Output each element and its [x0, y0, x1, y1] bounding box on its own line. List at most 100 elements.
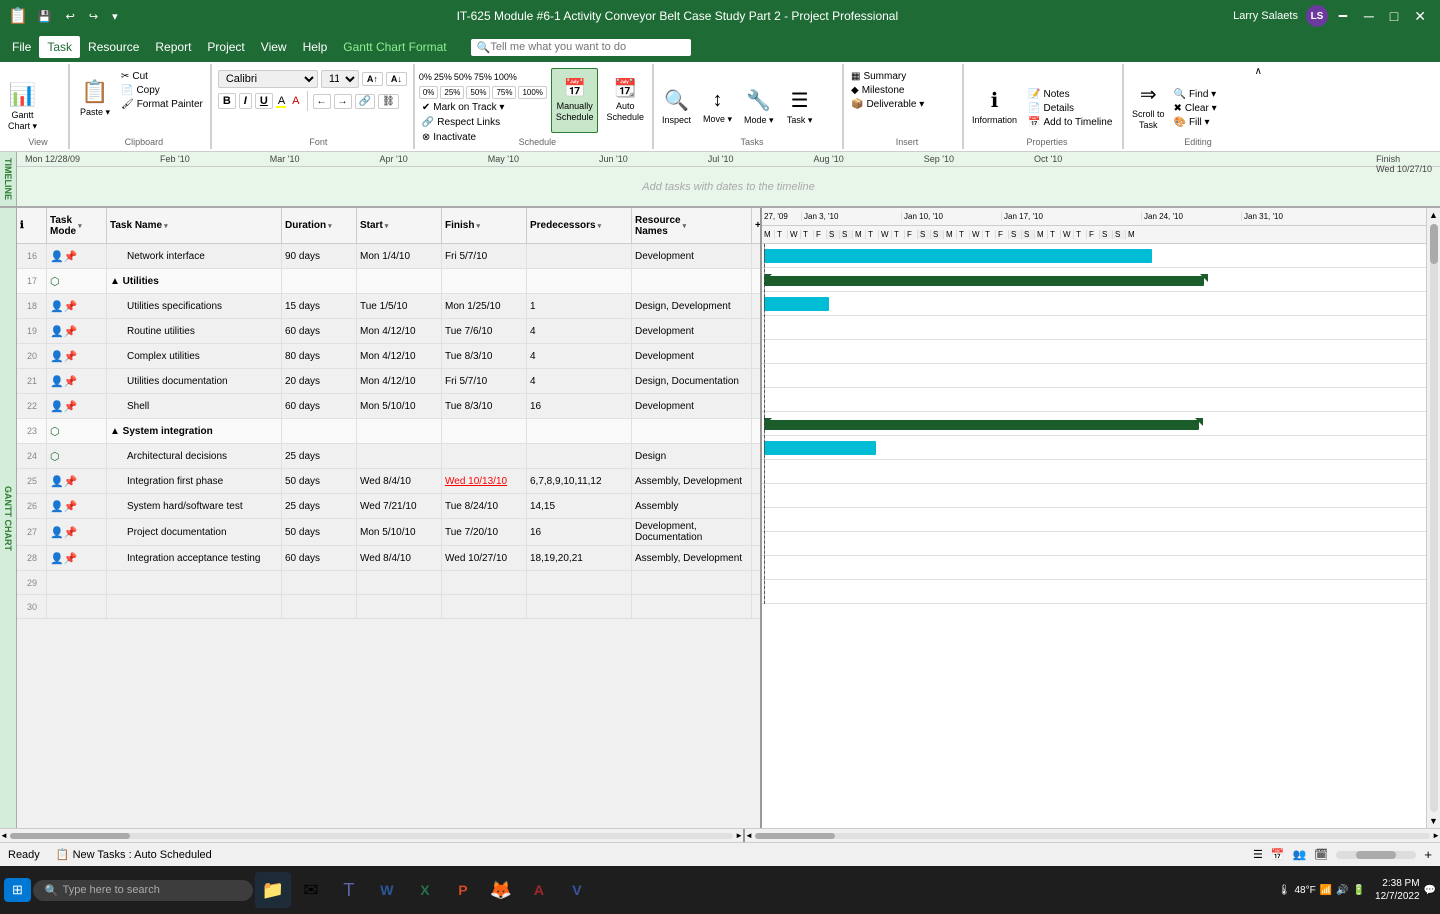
details-button[interactable]: 📄 Details	[1025, 102, 1115, 115]
menu-file[interactable]: File	[4, 36, 39, 58]
italic-button[interactable]: I	[239, 93, 252, 109]
move-button[interactable]: ↕ Move ▾	[699, 74, 736, 139]
taskbar-excel[interactable]: X	[407, 872, 443, 908]
timeline-view-button[interactable]: 📅	[1271, 848, 1285, 861]
taskbar-powerpoint[interactable]: P	[445, 872, 481, 908]
th-duration[interactable]: Duration ▾	[282, 208, 357, 243]
close-button[interactable]: ✕	[1408, 6, 1432, 27]
milestone-button[interactable]: ◆ Milestone	[848, 84, 958, 97]
team-planner-button[interactable]: 🗓	[1314, 848, 1328, 861]
table-row: 20 👤 📌 Complex utilities 80 days Mon 4/1…	[17, 344, 760, 369]
customize-qat-button[interactable]: ▾	[108, 8, 122, 25]
pct-50-button[interactable]: 50%	[466, 86, 490, 99]
decrease-font-button[interactable]: A↓	[386, 72, 407, 86]
pct-0-button[interactable]: 0%	[419, 86, 439, 99]
fill-button[interactable]: 🎨 Fill ▾	[1171, 116, 1220, 129]
resource-view-button[interactable]: 👥	[1293, 848, 1307, 861]
menu-help[interactable]: Help	[295, 36, 336, 58]
font-color-button[interactable]: A	[290, 94, 301, 108]
font-size-select[interactable]: 11	[321, 70, 359, 88]
underline-button[interactable]: U	[255, 93, 273, 109]
redo-button[interactable]: ↪	[85, 8, 102, 25]
scroll-to-task-button[interactable]: ⇒ Scroll toTask	[1128, 74, 1169, 139]
day-cell: W	[970, 230, 983, 239]
menu-view[interactable]: View	[253, 36, 295, 58]
pct-25-button[interactable]: 25%	[440, 86, 464, 99]
highlight-color-button[interactable]: A	[276, 94, 287, 108]
taskbar-word[interactable]: W	[369, 872, 405, 908]
auto-schedule-button[interactable]: 📆 AutoSchedule	[602, 68, 648, 133]
th-start[interactable]: Start ▾	[357, 208, 442, 243]
h-scroll-gantt[interactable]: ◄ ►	[745, 829, 1440, 842]
clear-button[interactable]: ✖ Clear ▾	[1171, 102, 1220, 115]
th-info[interactable]: ℹ	[17, 208, 47, 243]
summary-button[interactable]: ▦ Summary	[848, 70, 958, 83]
th-task-name[interactable]: Task Name ▾	[107, 208, 282, 243]
minimize-button[interactable]: ─	[1358, 6, 1380, 26]
h-scroll-right-button[interactable]: ►	[735, 831, 743, 840]
th-add-column[interactable]: +	[752, 208, 762, 243]
manually-schedule-button[interactable]: 📅 ManuallySchedule	[551, 68, 599, 133]
mode-button[interactable]: 🔧 Mode ▾	[740, 74, 778, 139]
tell-me-search[interactable]: 🔍	[471, 39, 691, 56]
td-extra	[752, 269, 762, 293]
gantt-chart-button[interactable]: 📊 GanttChart ▾	[4, 74, 41, 139]
th-resource-names[interactable]: ResourceNames ▾	[632, 208, 752, 243]
taskbar-visio[interactable]: V	[559, 872, 595, 908]
find-button[interactable]: 🔍 Find ▾	[1171, 88, 1220, 101]
format-painter-button[interactable]: 🖌 Format Painter	[118, 98, 206, 111]
taskbar-search[interactable]: 🔍 Type here to search	[33, 880, 253, 901]
vertical-scrollbar[interactable]: ▲ ▼	[1426, 208, 1440, 828]
unlink-button[interactable]: ⛓	[378, 94, 399, 109]
th-predecessors[interactable]: Predecessors ▾	[527, 208, 632, 243]
maximize-button[interactable]: □	[1384, 6, 1404, 26]
font-name-select[interactable]: Calibri	[218, 70, 318, 88]
menu-task[interactable]: Task	[39, 36, 80, 58]
bold-button[interactable]: B	[218, 93, 236, 109]
pct-75-button[interactable]: 75%	[492, 86, 516, 99]
paste-button[interactable]: 📋 Paste ▾	[74, 66, 116, 131]
scroll-up-button[interactable]: ▲	[1427, 208, 1440, 222]
h-scroll-task-table[interactable]: ◄ ►	[0, 829, 745, 842]
outdent-button[interactable]: ←	[313, 94, 331, 109]
th-finish[interactable]: Finish ▾	[442, 208, 527, 243]
indent-button[interactable]: →	[334, 94, 352, 109]
deliverable-button[interactable]: 📦 Deliverable ▾	[848, 98, 958, 111]
increase-font-button[interactable]: A↑	[362, 72, 383, 86]
taskbar-explorer[interactable]: 📁	[255, 872, 291, 908]
copy-button[interactable]: 📄 Copy	[118, 84, 206, 97]
h-scroll-left-button[interactable]: ◄	[0, 831, 8, 840]
scroll-down-button[interactable]: ▼	[1427, 814, 1440, 828]
save-button[interactable]: 💾	[34, 8, 56, 25]
mark-on-track-button[interactable]: ✔ Mark on Track ▾	[419, 101, 547, 114]
task-button[interactable]: ☰ Task ▾	[782, 74, 818, 139]
menu-resource[interactable]: Resource	[80, 36, 147, 58]
ribbon-collapse-arrow[interactable]: ∧	[1255, 66, 1262, 77]
gantt-view-button[interactable]: ☰	[1253, 848, 1263, 861]
pct-100-button[interactable]: 100%	[518, 86, 546, 99]
taskbar-firefox[interactable]: 🦊	[483, 872, 519, 908]
taskbar-access[interactable]: A	[521, 872, 557, 908]
menu-report[interactable]: Report	[147, 36, 199, 58]
taskbar-mail[interactable]: ✉	[293, 872, 329, 908]
th-task-mode[interactable]: TaskMode ▾	[47, 208, 107, 243]
ribbon-collapse-button[interactable]: 🗕	[1332, 2, 1354, 30]
search-input[interactable]	[490, 41, 684, 53]
menu-gantt-chart-format[interactable]: Gantt Chart Format	[335, 36, 454, 58]
start-button[interactable]: ⊞	[4, 878, 31, 902]
h-scroll-gantt-left-button[interactable]: ◄	[745, 831, 753, 840]
cut-button[interactable]: ✂ Cut	[118, 70, 206, 83]
respect-links-button[interactable]: 🔗 Respect Links	[419, 116, 547, 129]
information-button[interactable]: ℹ Information	[968, 74, 1021, 139]
inspect-button[interactable]: 🔍 Inspect	[658, 74, 695, 139]
add-to-timeline-button[interactable]: 📅 Add to Timeline	[1025, 116, 1115, 129]
taskbar-teams[interactable]: T	[331, 872, 367, 908]
clock-display[interactable]: 2:38 PM 12/7/2022	[1375, 877, 1420, 903]
menu-project[interactable]: Project	[199, 36, 252, 58]
link-button[interactable]: 🔗	[355, 94, 375, 109]
h-scroll-gantt-right-button[interactable]: ►	[1432, 831, 1440, 840]
zoom-in-button[interactable]: +	[1424, 847, 1432, 862]
notes-button[interactable]: 📝 Notes	[1025, 88, 1115, 101]
user-avatar[interactable]: LS	[1306, 5, 1328, 27]
undo-button[interactable]: ↩	[62, 8, 79, 25]
